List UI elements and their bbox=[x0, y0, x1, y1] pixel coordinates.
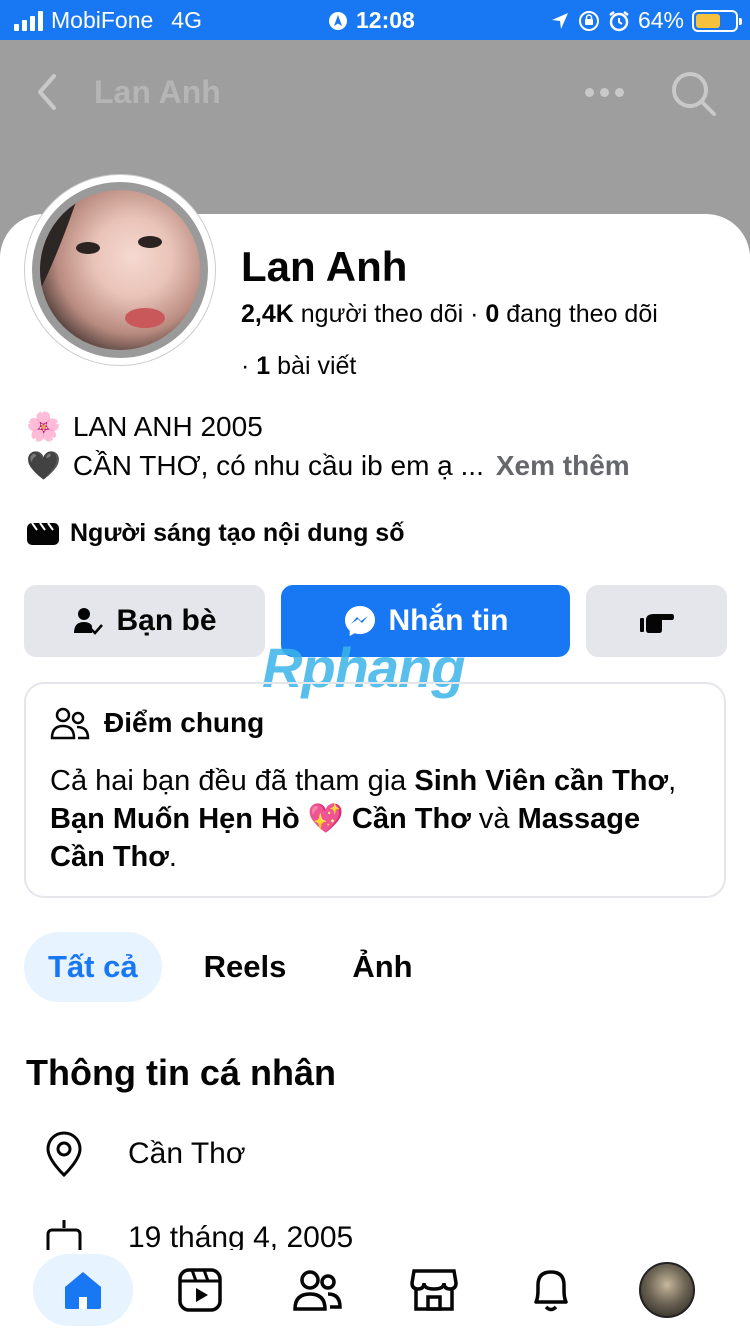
separator-dot: · bbox=[241, 352, 257, 380]
battery-percent: 64% bbox=[637, 7, 684, 33]
search-icon[interactable] bbox=[668, 68, 718, 118]
mutual-title: Điểm chung bbox=[104, 707, 265, 738]
header-title: Lan Anh bbox=[94, 74, 221, 110]
avatar[interactable] bbox=[32, 182, 208, 358]
following-label[interactable]: đang theo dõi bbox=[506, 300, 658, 328]
creator-badge: Người sáng tạo nội dung số bbox=[26, 519, 404, 548]
mutual-text: Cả hai bạn đều đã tham gia Sinh Viên cần… bbox=[50, 762, 700, 876]
status-right: 64% bbox=[550, 7, 742, 34]
tab-photos[interactable]: Ảnh bbox=[352, 932, 412, 1002]
bio-line-2: 🖤 CẦN THƠ, có nhu cầu ib em ạ ... Xem th… bbox=[26, 449, 630, 482]
content-tabs: Tất cả Reels Ảnh bbox=[24, 932, 413, 1002]
mutual-sep-2: và bbox=[470, 803, 518, 835]
nav-notifications[interactable] bbox=[501, 1254, 601, 1326]
poke-hand-icon bbox=[639, 614, 674, 633]
flower-emoji-icon: 🌸 bbox=[26, 411, 61, 442]
follow-stats: 2,4K người theo dõi · 0 đang theo dõi bbox=[241, 300, 658, 329]
battery-icon bbox=[692, 9, 742, 32]
friends-button-label: Bạn bè bbox=[116, 604, 217, 637]
separator-dot: · bbox=[470, 300, 486, 328]
bell-icon bbox=[534, 1270, 568, 1312]
location-text: Cần Thơ bbox=[128, 1137, 246, 1170]
avatar-face bbox=[40, 190, 165, 328]
following-count[interactable]: 0 bbox=[485, 300, 499, 328]
black-heart-emoji-icon: 🖤 bbox=[26, 450, 61, 481]
friend-check-icon bbox=[74, 608, 104, 635]
network-label: 4G bbox=[171, 7, 202, 33]
status-center: 12:08 bbox=[328, 7, 415, 34]
about-title: Thông tin cá nhân bbox=[26, 1052, 336, 1093]
posts-count: 1 bbox=[256, 352, 271, 380]
bio-line-1: 🌸 LAN ANH 2005 bbox=[26, 410, 263, 443]
mutual-card: Điểm chung Cả hai bạn đều đã tham gia Si… bbox=[24, 682, 726, 898]
marketplace-icon bbox=[410, 1269, 458, 1311]
poke-button[interactable] bbox=[586, 585, 727, 657]
followers-count[interactable]: 2,4K bbox=[241, 300, 294, 328]
video-icon bbox=[178, 1268, 222, 1312]
nav-friends[interactable] bbox=[267, 1254, 367, 1326]
see-more-link[interactable]: Xem thêm bbox=[496, 450, 630, 482]
bio-text-2: CẦN THƠ, có nhu cầu ib em ạ ... bbox=[72, 449, 484, 481]
nav-home[interactable] bbox=[33, 1254, 133, 1326]
rotation-lock-icon bbox=[578, 10, 599, 31]
clapperboard-icon bbox=[27, 521, 59, 545]
people-icon bbox=[50, 707, 90, 740]
tab-all[interactable]: Tất cả bbox=[24, 932, 162, 1002]
message-button-label: Nhắn tin bbox=[388, 604, 509, 637]
location-arrow-icon bbox=[551, 12, 568, 29]
nav-video[interactable] bbox=[150, 1254, 250, 1326]
clock-label: 12:08 bbox=[356, 7, 415, 33]
signal-icon bbox=[14, 10, 43, 31]
profile-name: Lan Anh bbox=[241, 243, 408, 290]
home-icon bbox=[65, 1272, 101, 1309]
profile-header: Lan Anh bbox=[0, 40, 750, 144]
alarm-icon bbox=[609, 10, 629, 31]
profile-avatar-icon bbox=[639, 1262, 695, 1318]
tab-reels[interactable]: Reels bbox=[204, 932, 287, 1002]
bio-text-1: LAN ANH 2005 bbox=[72, 410, 263, 442]
nav-profile[interactable] bbox=[617, 1254, 717, 1326]
bottom-tab-bar bbox=[0, 1250, 750, 1334]
mutual-group-2[interactable]: Bạn Muốn Hẹn Hò 💖 Cần Thơ bbox=[50, 803, 471, 835]
carrier-label: MobiFone bbox=[51, 7, 154, 33]
followers-label[interactable]: người theo dõi bbox=[301, 300, 463, 328]
mutual-header: Điểm chung bbox=[50, 706, 264, 740]
mutual-prefix: Cả hai bạn đều đã tham gia bbox=[50, 765, 415, 797]
location-pin-icon bbox=[46, 1131, 82, 1178]
back-icon[interactable] bbox=[30, 70, 70, 114]
posts-label: bài viết bbox=[277, 352, 357, 380]
nav-marketplace[interactable] bbox=[384, 1254, 484, 1326]
mutual-sep-1: , bbox=[668, 765, 677, 797]
location-services-icon bbox=[329, 11, 347, 30]
friends-icon bbox=[293, 1270, 342, 1311]
status-bar: MobiFone 4G 12:08 64% bbox=[0, 0, 750, 40]
mutual-end: . bbox=[168, 841, 177, 873]
friends-button[interactable]: Bạn bè bbox=[24, 585, 265, 657]
creator-label: Người sáng tạo nội dung số bbox=[70, 519, 405, 547]
messenger-icon bbox=[344, 606, 375, 636]
more-options-icon[interactable] bbox=[585, 88, 624, 97]
location-row: Cần Thơ bbox=[44, 1130, 246, 1178]
status-left: MobiFone 4G bbox=[14, 7, 202, 34]
battery-fill bbox=[696, 13, 721, 28]
post-stats: · 1 bài viết bbox=[241, 352, 356, 381]
mutual-group-1[interactable]: Sinh Viên cần Thơ bbox=[414, 765, 668, 797]
